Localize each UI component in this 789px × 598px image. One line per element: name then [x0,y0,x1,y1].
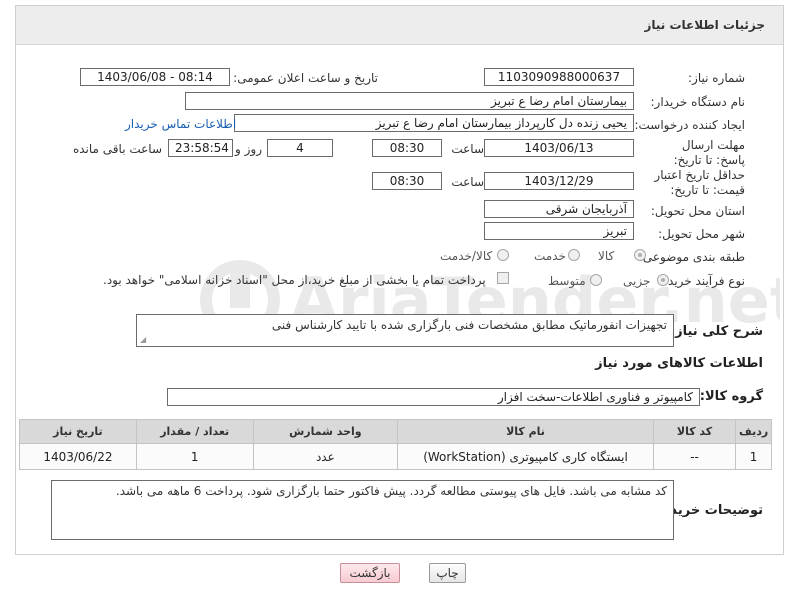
province-field[interactable]: آذربایجان شرقی [484,200,634,218]
description-textarea[interactable]: تجهیزات انفورماتیک مطابق مشخصات فنی بارگ… [136,314,674,347]
resize-grip-icon[interactable]: ◢ [140,335,146,344]
need-number-field[interactable]: 1103090988000637 [484,68,634,86]
col-header-quantity: تعداد / مقدار [135,419,254,444]
table-row[interactable]: 1 -- ایستگاه کاری کامپیوتری (WorkStation… [19,443,772,470]
need-number-label: شماره نیاز: [688,71,745,85]
col-header-row-number: ردیف [735,419,772,444]
validity-time-label: ساعت [451,175,484,189]
category-option-goods: کالا [598,249,615,263]
reply-date-field[interactable]: 1403/06/13 [484,139,634,157]
buyer-org-label: نام دستگاه خریدار: [650,95,746,109]
province-label: استان محل تحویل: [650,204,745,218]
page-title: جزئیات اطلاعات نیاز [644,18,765,32]
validity-time-field[interactable]: 08:30 [372,172,442,190]
category-option-both: کالا/خدمت [440,249,493,263]
cell-row-number: 1 [735,443,772,470]
contact-info-link[interactable]: اطلاعات تماس خریدار [125,117,236,131]
table-header-row: ردیف کد کالا نام کالا واحد شمارش تعداد /… [19,419,772,444]
print-button[interactable]: چاپ [429,563,466,583]
reply-deadline-label: مهلت ارسال پاسخ: تا تاریخ: [673,138,745,167]
remaining-label: ساعت باقی مانده [72,142,162,156]
city-label: شهر محل تحویل: [658,227,745,241]
back-button[interactable]: بازگشت [340,563,400,583]
goods-info-title: اطلاعات کالاهای مورد نیاز [595,356,763,371]
purchase-radio-medium[interactable] [590,274,602,286]
col-header-goods-name: نام کالا [397,419,654,444]
reply-time-label: ساعت [451,142,484,156]
cell-quantity: 1 [135,443,254,470]
description-label: شرح کلی نیاز: [669,324,763,339]
purchase-option-minor: جزیی [623,274,651,288]
goods-table: ردیف کد کالا نام کالا واحد شمارش تعداد /… [19,419,772,470]
purchase-option-medium: متوسط [548,274,586,288]
purchase-type-label: نوع فرآیند خرید : [660,274,745,288]
purchase-radio-minor[interactable] [657,274,669,286]
announce-field[interactable]: 1403/06/08 - 08:14 [80,68,230,86]
panel-header: جزئیات اطلاعات نیاز [16,6,783,45]
goods-group-field[interactable]: کامپیوتر و فناوری اطلاعات-سخت افزار [167,388,700,406]
col-header-unit: واحد شمارش [252,419,399,444]
category-radio-goods[interactable] [634,249,646,261]
category-radio-both[interactable] [497,249,509,261]
reply-time-field[interactable]: 08:30 [372,139,442,157]
col-header-need-date: تاریخ نیاز [19,419,137,444]
validity-date-field[interactable]: 1403/12/29 [484,172,634,190]
category-radio-service[interactable] [568,249,580,261]
buyer-notes-textarea[interactable]: کد مشابه می باشد. فایل های پیوستی مطالعه… [51,480,674,540]
price-validity-label: حداقل تاریخ اعتبار قیمت: تا تاریخ: [654,168,745,197]
category-label: طبقه بندی موضوعی: [638,250,745,264]
buyer-org-field[interactable]: بیمارستان امام رضا ع تبریز [185,92,634,110]
col-header-goods-code: کد کالا [652,419,737,444]
buyer-notes-text: کد مشابه می باشد. فایل های پیوستی مطالعه… [115,484,667,498]
days-label: روز و [235,142,262,156]
remaining-time-field[interactable]: 23:58:54 [168,139,233,157]
description-text: تجهیزات انفورماتیک مطابق مشخصات فنی بارگ… [271,318,667,332]
treasury-payment-checkbox[interactable] [497,272,509,284]
city-field[interactable]: تبریز [484,222,634,240]
cell-unit: عدد [252,443,399,470]
requester-label: ایجاد کننده درخواست: [634,118,745,132]
cell-need-date: 1403/06/22 [19,443,137,470]
announce-label: تاریخ و ساعت اعلان عمومی: [233,71,378,85]
treasury-payment-note: پرداخت تمام یا بخشی از مبلغ خرید،از محل … [103,273,486,287]
requester-field[interactable]: یحیی زنده دل کارپرداز بیمارستان امام رضا… [234,114,634,132]
goods-group-label: گروه کالا: [699,389,763,404]
cell-goods-name: ایستگاه کاری کامپیوتری (WorkStation) [397,443,654,470]
cell-goods-code: -- [652,443,737,470]
category-option-service: خدمت [534,249,566,263]
days-field[interactable]: 4 [267,139,333,157]
